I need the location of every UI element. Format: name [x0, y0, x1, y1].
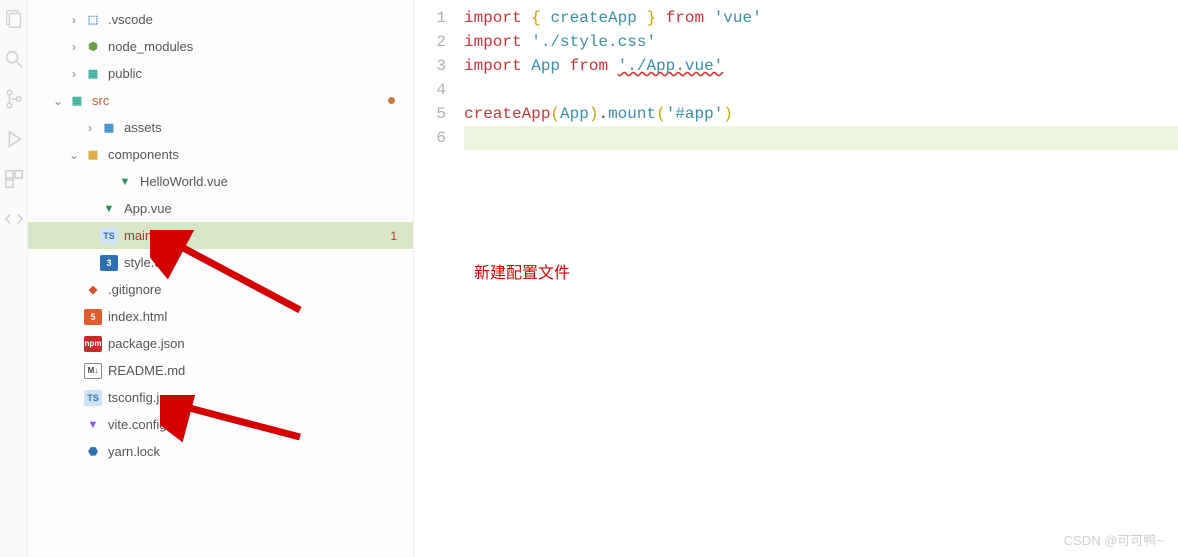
line-number: 1	[414, 6, 446, 30]
tree-label: tsconfig.json	[108, 390, 403, 405]
assets-icon: ▦	[100, 120, 118, 136]
chevron-icon: ›	[66, 66, 82, 82]
vue-icon: ▼	[116, 174, 134, 190]
chevron-icon	[82, 228, 98, 244]
watermark: CSDN @可可鸭~	[1064, 530, 1164, 549]
tree-label: README.md	[108, 363, 403, 378]
tree-item--vscode[interactable]: ›⬚ .vscode	[28, 6, 413, 33]
chevron-icon	[66, 336, 82, 352]
tree-item-README-md[interactable]: M↓ README.md	[28, 357, 413, 384]
chevron-icon	[98, 174, 114, 190]
tree-item-tsconfig-json[interactable]: TS tsconfig.json	[28, 384, 413, 411]
code-line-5: createApp(App).mount('#app')	[464, 102, 1178, 126]
ts-icon: TS	[84, 390, 102, 406]
code-content[interactable]: import { createApp } from 'vue' import '…	[464, 0, 1178, 557]
tree-label: .vscode	[108, 12, 403, 27]
extensions-icon[interactable]	[3, 168, 25, 190]
line-number: 3	[414, 54, 446, 78]
modified-indicator	[388, 97, 395, 104]
line-number: 2	[414, 30, 446, 54]
vite-icon: ▼	[84, 417, 102, 433]
node-icon: ⬢	[84, 39, 102, 55]
chevron-icon	[66, 282, 82, 298]
chevron-icon: ⌄	[66, 147, 82, 163]
chevron-icon	[66, 417, 82, 433]
source-control-icon[interactable]	[3, 88, 25, 110]
tree-label: style.css	[124, 255, 403, 270]
chevron-icon	[66, 309, 82, 325]
ts-icon: TS	[100, 228, 118, 244]
tree-label: vite.config.ts	[108, 417, 403, 432]
tree-item-node-modules[interactable]: ›⬢ node_modules	[28, 33, 413, 60]
code-line-2: import './style.css'	[464, 30, 1178, 54]
tree-item-App-vue[interactable]: ▼ App.vue	[28, 195, 413, 222]
chevron-icon: ›	[66, 12, 82, 28]
line-number: 5	[414, 102, 446, 126]
chevron-icon: ›	[82, 120, 98, 136]
vscode-icon: ⬚	[84, 12, 102, 28]
chevron-icon	[66, 390, 82, 406]
tree-label: HelloWorld.vue	[140, 174, 403, 189]
tree-item-src[interactable]: ⌄▦ src	[28, 87, 413, 114]
code-line-1: import { createApp } from 'vue'	[464, 6, 1178, 30]
tree-item-style-css[interactable]: 3 style.css	[28, 249, 413, 276]
npm-icon: npm	[84, 336, 102, 352]
vue-icon: ▼	[100, 201, 118, 217]
tree-label: yarn.lock	[108, 444, 403, 459]
tree-label: main.ts	[124, 228, 403, 243]
tree-label: components	[108, 147, 403, 162]
tree-label: package.json	[108, 336, 403, 351]
tree-label: index.html	[108, 309, 403, 324]
chevron-icon: ›	[66, 39, 82, 55]
html-icon: 5	[84, 309, 102, 325]
tree-item-HelloWorld-vue[interactable]: ▼ HelloWorld.vue	[28, 168, 413, 195]
tree-label: App.vue	[124, 201, 403, 216]
tree-label: node_modules	[108, 39, 403, 54]
file-explorer: ›⬚.vscode›⬢node_modules›▦public⌄▦src›▦as…	[28, 0, 414, 557]
tree-label: src	[92, 93, 403, 108]
tree-item--gitignore[interactable]: ◆ .gitignore	[28, 276, 413, 303]
line-number: 6	[414, 126, 446, 150]
chevron-icon	[66, 444, 82, 460]
error-count: 1	[390, 229, 397, 243]
tree-item-yarn-lock[interactable]: ⬣ yarn.lock	[28, 438, 413, 465]
tree-item-public[interactable]: ›▦ public	[28, 60, 413, 87]
md-icon: M↓	[84, 363, 102, 379]
chevron-icon	[82, 255, 98, 271]
css-icon: 3	[100, 255, 118, 271]
public-icon: ▦	[84, 66, 102, 82]
chevron-icon: ⌄	[50, 93, 66, 109]
explorer-icon[interactable]	[3, 8, 25, 30]
tree-item-index-html[interactable]: 5 index.html	[28, 303, 413, 330]
tree-item-main-ts[interactable]: TS main.ts1	[28, 222, 413, 249]
tree-label: public	[108, 66, 403, 81]
tree-item-components[interactable]: ⌄▦ components	[28, 141, 413, 168]
yarn-icon: ⬣	[84, 444, 102, 460]
code-line-3: import App from './App.vue'	[464, 54, 1178, 78]
chevron-icon	[82, 201, 98, 217]
line-number-gutter: 123456	[414, 0, 464, 557]
code-line-6	[464, 126, 1178, 150]
tree-item-vite-config-ts[interactable]: ▼ vite.config.ts	[28, 411, 413, 438]
tree-label: .gitignore	[108, 282, 403, 297]
code-line-4	[464, 78, 1178, 102]
activity-bar	[0, 0, 28, 557]
remote-icon[interactable]	[3, 208, 25, 230]
search-icon[interactable]	[3, 48, 25, 70]
tree-item-assets[interactable]: ›▦ assets	[28, 114, 413, 141]
components-icon: ▦	[84, 147, 102, 163]
src-icon: ▦	[68, 93, 86, 109]
tree-item-package-json[interactable]: npm package.json	[28, 330, 413, 357]
run-debug-icon[interactable]	[3, 128, 25, 150]
line-number: 4	[414, 78, 446, 102]
tree-label: assets	[124, 120, 403, 135]
editor-area: 123456 import { createApp } from 'vue' i…	[414, 0, 1178, 557]
annotation-text: 新建配置文件	[474, 262, 570, 286]
git-icon: ◆	[84, 282, 102, 298]
chevron-icon	[66, 363, 82, 379]
